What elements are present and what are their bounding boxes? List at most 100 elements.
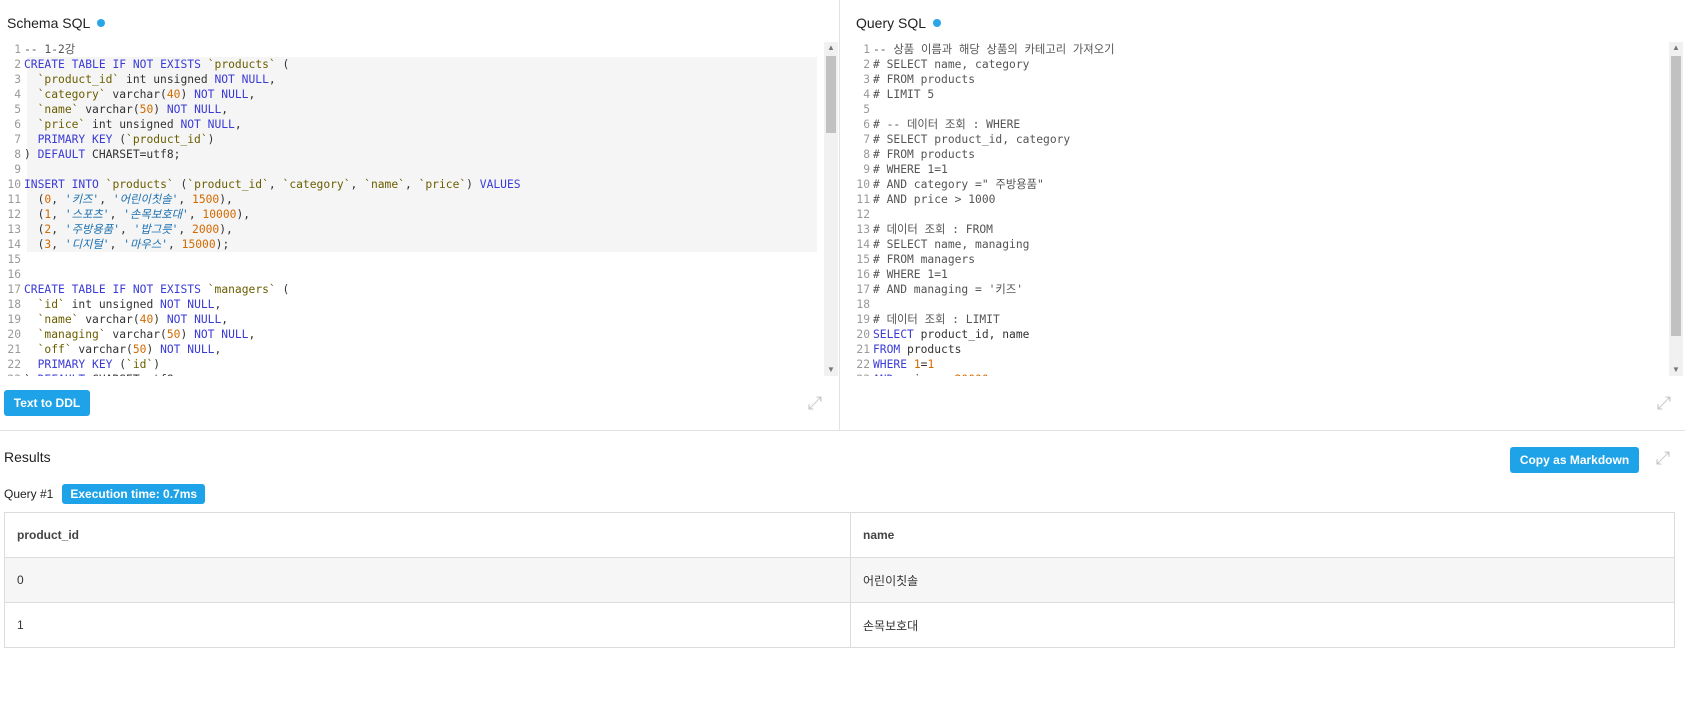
code-text: -- 1-2강 [24, 43, 76, 56]
code-line[interactable]: 10 INSERT INTO `products` (`product_id`, … [4, 177, 823, 192]
code-line[interactable]: 6 `price` int unsigned NOT NULL, [4, 117, 823, 132]
code-line[interactable]: 22 WHERE 1=1 [853, 357, 1663, 372]
code-line[interactable]: 5 [853, 102, 1663, 117]
code-line[interactable]: 2 # SELECT name, category [853, 57, 1663, 72]
code-line[interactable]: 23AND price < 20000 [853, 372, 1663, 376]
scroll-down-arrow-icon[interactable]: ▼ [824, 364, 838, 376]
code-line[interactable]: 4 # LIMIT 5 [853, 87, 1663, 102]
line-number: 9 [863, 163, 870, 176]
code-text: CREATE TABLE IF NOT EXISTS `products` ( [24, 58, 290, 71]
code-line[interactable]: 11 # AND price > 1000 [853, 192, 1663, 207]
code-line[interactable]: 21 `off` varchar(50) NOT NULL, [4, 342, 823, 357]
line-number: 2 [863, 58, 870, 71]
table-row: 0 어린이칫솔 [4, 557, 1675, 603]
scroll-down-arrow-icon[interactable]: ▼ [1669, 364, 1683, 376]
code-line[interactable]: 18 `id` int unsigned NOT NULL, [4, 297, 823, 312]
code-line[interactable]: 15 [4, 252, 823, 267]
code-line[interactable]: 7 PRIMARY KEY (`product_id`) [4, 132, 823, 147]
code-text: `product_id` int unsigned NOT NULL, [37, 73, 276, 86]
scroll-thumb[interactable] [826, 56, 836, 133]
code-line[interactable]: 20 SELECT product_id, name [853, 327, 1663, 342]
results-title: Results [4, 449, 51, 465]
code-text: # WHERE 1=1 [873, 163, 948, 176]
status-dot-icon [97, 19, 106, 27]
code-line[interactable]: 3 # FROM products [853, 72, 1663, 87]
code-line[interactable]: 7 # SELECT product_id, category [853, 132, 1663, 147]
query-title: Query SQL [856, 15, 942, 31]
code-line[interactable]: 12 (1, '스포츠', '손목보호대', 10000), [4, 207, 823, 222]
code-text: (1, '스포츠', '손목보호대', 10000), [24, 208, 251, 221]
line-number: 12 [7, 208, 21, 221]
scroll-up-arrow-icon[interactable]: ▲ [1669, 42, 1683, 54]
code-line[interactable]: 5 `name` varchar(50) NOT NULL, [4, 102, 823, 117]
code-line[interactable]: 22 PRIMARY KEY (`id`) [4, 357, 823, 372]
line-number: 2 [14, 58, 21, 71]
code-line[interactable]: 17 CREATE TABLE IF NOT EXISTS `managers` … [4, 282, 823, 297]
code-line[interactable]: 9 # WHERE 1=1 [853, 162, 1663, 177]
code-line[interactable]: 4 `category` varchar(40) NOT NULL, [4, 87, 823, 102]
query-label: Query #1 [4, 487, 54, 501]
line-number: 19 [7, 313, 21, 326]
line-number: 16 [856, 268, 870, 281]
code-line[interactable]: 8) DEFAULT CHARSET=utf8; [4, 147, 823, 162]
schema-editor[interactable]: 1 -- 1-2강 2 CREATE TABLE IF NOT EXISTS `pro… [4, 42, 823, 376]
line-number: 13 [856, 223, 870, 236]
code-line[interactable]: 12 [853, 207, 1663, 222]
line-number: 7 [14, 133, 21, 146]
table-cell: 0 [4, 557, 851, 603]
query-scrollbar[interactable]: ▲ ▼ [1669, 42, 1683, 376]
line-number: 13 [7, 223, 21, 236]
code-text: -- 상품 이름과 해당 상품의 카테고리 가져오기 [873, 43, 1115, 56]
query-info: Query #1 Execution time: 0.7ms [4, 484, 206, 504]
code-line[interactable]: 18 [853, 297, 1663, 312]
code-text: (2, '주방용품', '밥그릇', 2000), [24, 223, 233, 236]
code-line[interactable]: 10 # AND category =" 주방용품" [853, 177, 1663, 192]
code-line[interactable]: 17 # AND managing = '키즈' [853, 282, 1663, 297]
code-line[interactable]: 8 # FROM products [853, 147, 1663, 162]
schema-panel: Schema SQL 1 -- 1-2강 2 CREATE TABLE IF NOT … [0, 0, 840, 430]
table-cell: 어린이칫솔 [850, 557, 1675, 603]
line-number: 6 [14, 118, 21, 131]
code-line[interactable]: 19 `name` varchar(40) NOT NULL, [4, 312, 823, 327]
code-line[interactable]: 23) DEFAULT CHARSET=utf8; [4, 372, 823, 376]
code-line[interactable]: 2 CREATE TABLE IF NOT EXISTS `products` ( [4, 57, 823, 72]
code-line[interactable]: 1 -- 상품 이름과 해당 상품의 카테고리 가져오기 [853, 42, 1663, 57]
code-text: # -- 데이터 조회 : WHERE [873, 118, 1021, 131]
code-line[interactable]: 13 # 데이터 조회 : FROM [853, 222, 1663, 237]
code-text: # AND category =" 주방용품" [873, 178, 1044, 191]
code-line[interactable]: 13 (2, '주방용품', '밥그릇', 2000), [4, 222, 823, 237]
schema-scrollbar[interactable]: ▲ ▼ [824, 42, 838, 376]
code-line[interactable]: 14 (3, '디지털', '마우스', 15000); [4, 237, 823, 252]
scroll-up-arrow-icon[interactable]: ▲ [824, 42, 838, 54]
copy-as-markdown-button[interactable]: Copy as Markdown [1510, 447, 1639, 473]
code-line[interactable]: 6 # -- 데이터 조회 : WHERE [853, 117, 1663, 132]
scroll-thumb[interactable] [1671, 56, 1681, 336]
code-text: INSERT INTO `products` (`product_id`, `c… [24, 178, 521, 191]
code-line[interactable]: 3 `product_id` int unsigned NOT NULL, [4, 72, 823, 87]
code-line[interactable]: 14 # SELECT name, managing [853, 237, 1663, 252]
code-line[interactable]: 16 # WHERE 1=1 [853, 267, 1663, 282]
code-text: `id` int unsigned NOT NULL, [37, 298, 222, 311]
line-number: 15 [856, 253, 870, 266]
code-line[interactable]: 11 (0, '키즈', '어린이칫솔', 1500), [4, 192, 823, 207]
code-text: # WHERE 1=1 [873, 268, 948, 281]
code-line[interactable]: 15 # FROM managers [853, 252, 1663, 267]
line-number: 17 [7, 283, 21, 296]
line-number: 21 [856, 343, 870, 356]
code-line[interactable]: 21 FROM products [853, 342, 1663, 357]
expand-icon[interactable]: ⤢ [1653, 392, 1675, 414]
code-text: # SELECT product_id, category [873, 133, 1071, 146]
code-line[interactable]: 20 `managing` varchar(50) NOT NULL, [4, 327, 823, 342]
code-line[interactable]: 19 # 데이터 조회 : LIMIT [853, 312, 1663, 327]
code-text: SELECT product_id, name [873, 328, 1030, 341]
query-editor[interactable]: 1 -- 상품 이름과 해당 상품의 카테고리 가져오기 2 # SELECT nam… [853, 42, 1663, 376]
line-number: 8 [863, 148, 870, 161]
line-number: 23 [853, 372, 873, 376]
line-number: 16 [7, 268, 21, 281]
expand-icon[interactable]: ⤢ [1652, 447, 1674, 469]
code-line[interactable]: 16 [4, 267, 823, 282]
code-line[interactable]: 1 -- 1-2강 [4, 42, 823, 57]
text-to-ddl-button[interactable]: Text to DDL [4, 390, 90, 416]
code-line[interactable]: 9 [4, 162, 823, 177]
expand-icon[interactable]: ⤢ [804, 392, 826, 414]
